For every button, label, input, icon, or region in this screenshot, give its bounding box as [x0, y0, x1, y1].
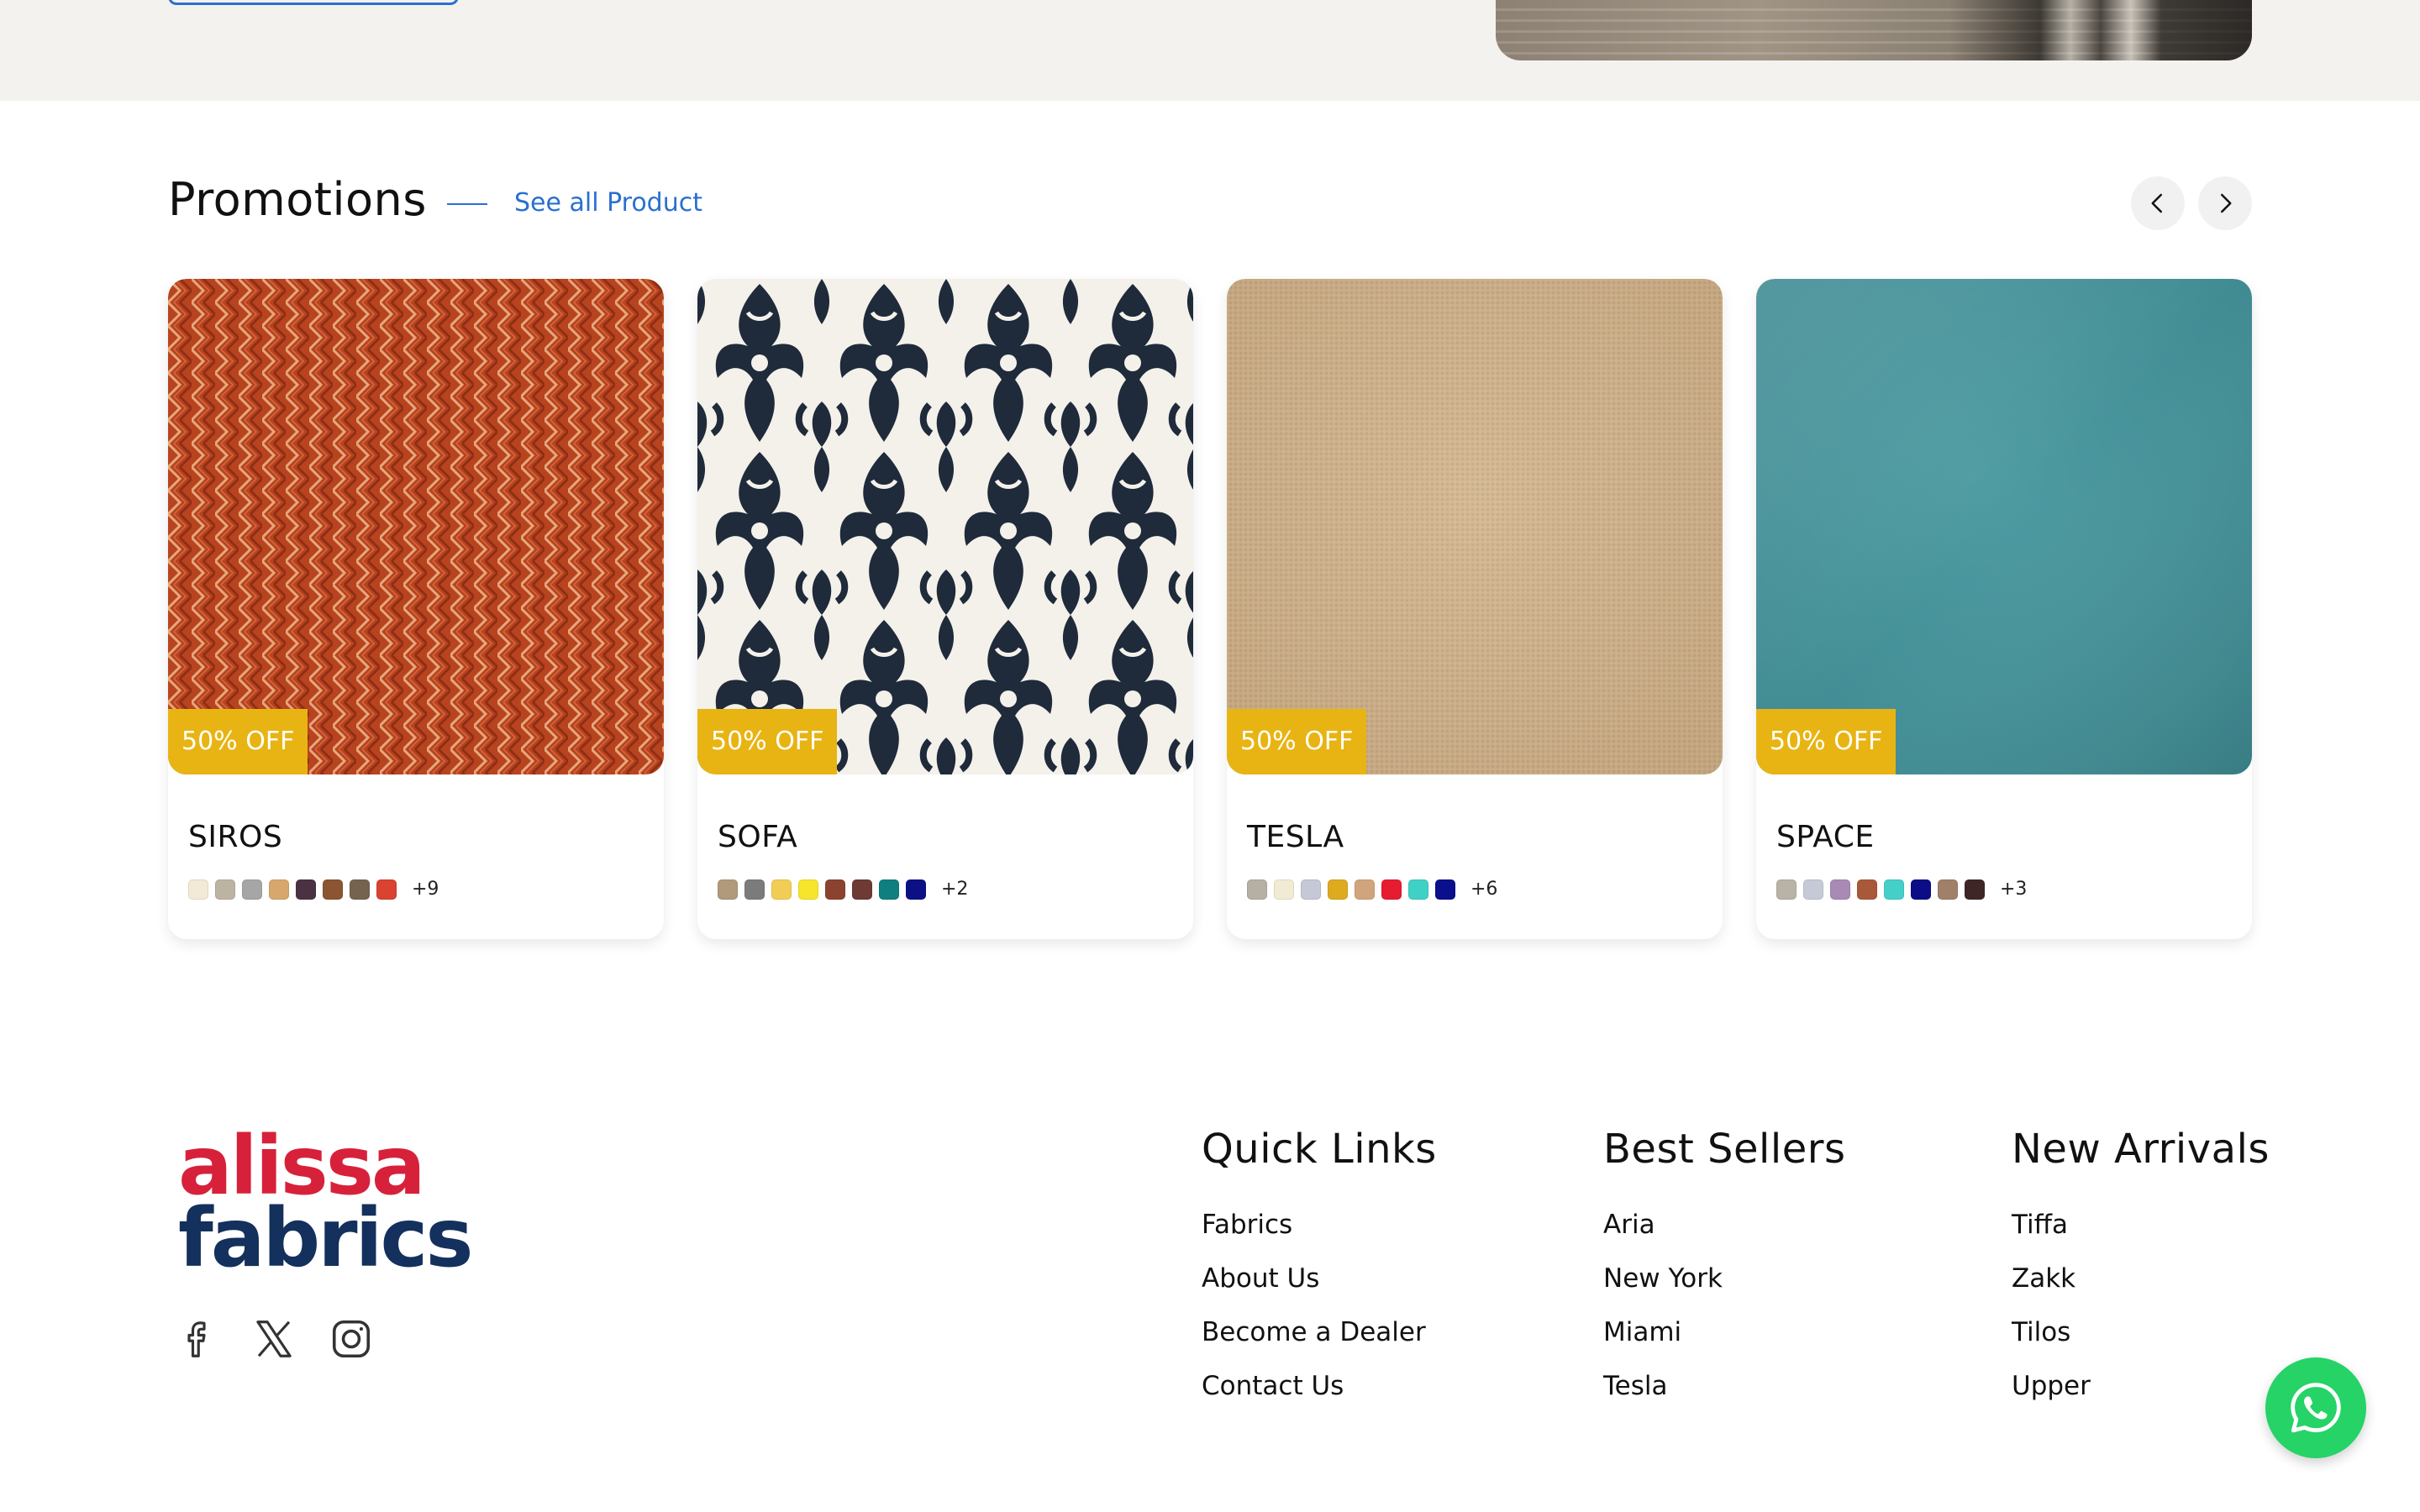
color-swatch[interactable] [323, 879, 343, 900]
hero-image [1496, 0, 2252, 60]
title-divider [447, 203, 487, 205]
color-swatches: +3 [1776, 879, 2027, 900]
footer-quick-links: Quick Links Fabrics About Us Become a De… [1202, 1126, 1437, 1421]
product-info: SIROS +9 [168, 774, 664, 939]
footer-column-title: Best Sellers [1603, 1126, 1846, 1173]
product-name[interactable]: SPACE [1776, 820, 1875, 854]
facebook-icon [187, 1321, 206, 1357]
footer-new-arrivals: New Arrivals Tiffa Zakk Tilos Upper [2012, 1126, 2270, 1421]
facebook-link[interactable] [173, 1315, 220, 1362]
product-card-sofa[interactable]: 50% OFF SOFA +2 [697, 279, 1193, 939]
color-swatch[interactable] [1301, 879, 1321, 900]
color-swatch[interactable] [188, 879, 208, 900]
product-card-space[interactable]: 50% OFF SPACE +3 [1756, 279, 2252, 939]
color-swatch[interactable] [1274, 879, 1294, 900]
color-swatch[interactable] [350, 879, 370, 900]
color-swatch[interactable] [242, 879, 262, 900]
product-card-tesla[interactable]: 50% OFF TESLA +6 [1227, 279, 1723, 939]
color-swatch[interactable] [906, 879, 926, 900]
brand-logo[interactable]: alissa fabrics [178, 1126, 474, 1285]
footer-link-zakk[interactable]: Zakk [2012, 1260, 2270, 1314]
product-image[interactable] [697, 279, 1193, 774]
footer-link-tilos[interactable]: Tilos [2012, 1314, 2270, 1368]
color-swatch[interactable] [269, 879, 289, 900]
color-swatch[interactable] [1857, 879, 1877, 900]
footer-link-aria[interactable]: Aria [1603, 1206, 1846, 1260]
color-swatch[interactable] [1381, 879, 1402, 900]
color-swatch[interactable] [798, 879, 818, 900]
color-swatch[interactable] [1355, 879, 1375, 900]
color-swatch[interactable] [1803, 879, 1823, 900]
color-swatch[interactable] [1911, 879, 1931, 900]
footer-column-title: Quick Links [1202, 1126, 1437, 1173]
product-info: SPACE +3 [1756, 774, 2252, 939]
color-swatch[interactable] [744, 879, 765, 900]
more-colors-count[interactable]: +6 [1470, 879, 1497, 900]
color-swatch[interactable] [1328, 879, 1348, 900]
footer-link-miami[interactable]: Miami [1603, 1314, 1846, 1368]
social-links [173, 1315, 405, 1362]
chevron-left-icon [2151, 193, 2162, 213]
more-colors-count[interactable]: +9 [412, 879, 439, 900]
x-icon [256, 1320, 292, 1357]
footer-column-title: New Arrivals [2012, 1126, 2270, 1173]
footer-link-tiffa[interactable]: Tiffa [2012, 1206, 2270, 1260]
hero-bottom-strip [0, 0, 2420, 101]
color-swatch[interactable] [1965, 879, 1985, 900]
product-name[interactable]: TESLA [1247, 820, 1344, 854]
carousel-prev-button[interactable] [2131, 176, 2185, 230]
color-swatch[interactable] [1776, 879, 1797, 900]
color-swatch[interactable] [376, 879, 397, 900]
discount-badge: 50% OFF [1227, 709, 1367, 774]
chevron-right-icon [2221, 193, 2232, 213]
footer-link-fabrics[interactable]: Fabrics [1202, 1206, 1437, 1260]
more-colors-count[interactable]: +2 [941, 879, 968, 900]
discount-badge: 50% OFF [1756, 709, 1897, 774]
color-swatch[interactable] [1938, 879, 1958, 900]
footer-link-about-us[interactable]: About Us [1202, 1260, 1437, 1314]
carousel-next-button[interactable] [2198, 176, 2252, 230]
color-swatches: +9 [188, 879, 439, 900]
color-swatch[interactable] [825, 879, 845, 900]
brand-logo-line2: fabrics [178, 1191, 474, 1285]
product-info: SOFA +2 [697, 774, 1193, 939]
product-info: TESLA +6 [1227, 774, 1723, 939]
product-image[interactable] [1756, 279, 2252, 774]
discount-badge: 50% OFF [697, 709, 838, 774]
color-swatch[interactable] [1435, 879, 1455, 900]
footer-link-tesla[interactable]: Tesla [1603, 1368, 1846, 1421]
footer-best-sellers: Best Sellers Aria New York Miami Tesla [1603, 1126, 1846, 1421]
color-swatch[interactable] [718, 879, 738, 900]
more-colors-count[interactable]: +3 [2000, 879, 2027, 900]
color-swatch[interactable] [215, 879, 235, 900]
x-link[interactable] [250, 1315, 297, 1362]
product-name[interactable]: SIROS [188, 820, 282, 854]
product-image[interactable] [1227, 279, 1723, 774]
footer-link-contact-us[interactable]: Contact Us [1202, 1368, 1437, 1421]
color-swatch[interactable] [1408, 879, 1428, 900]
footer-link-become-dealer[interactable]: Become a Dealer [1202, 1314, 1437, 1368]
color-swatches: +2 [718, 879, 968, 900]
footer-link-new-york[interactable]: New York [1603, 1260, 1846, 1314]
whatsapp-icon [2291, 1383, 2341, 1433]
promotions-title: Promotions [168, 173, 427, 226]
color-swatch[interactable] [1884, 879, 1904, 900]
color-swatch[interactable] [852, 879, 872, 900]
see-all-products-link[interactable]: See all Product [514, 188, 702, 218]
discount-badge: 50% OFF [168, 709, 308, 774]
color-swatch[interactable] [1247, 879, 1267, 900]
product-image[interactable] [168, 279, 664, 774]
color-swatch[interactable] [1830, 879, 1850, 900]
product-card-siros[interactable]: 50% OFF SIROS +9 [168, 279, 664, 939]
color-swatch[interactable] [296, 879, 316, 900]
instagram-icon [332, 1320, 371, 1358]
color-swatch[interactable] [771, 879, 792, 900]
color-swatch[interactable] [879, 879, 899, 900]
whatsapp-chat-button[interactable] [2265, 1357, 2366, 1458]
color-swatches: +6 [1247, 879, 1497, 900]
footer-link-upper[interactable]: Upper [2012, 1368, 2270, 1421]
hero-button-edge[interactable] [168, 0, 459, 5]
instagram-link[interactable] [328, 1315, 375, 1362]
product-name[interactable]: SOFA [718, 820, 797, 854]
